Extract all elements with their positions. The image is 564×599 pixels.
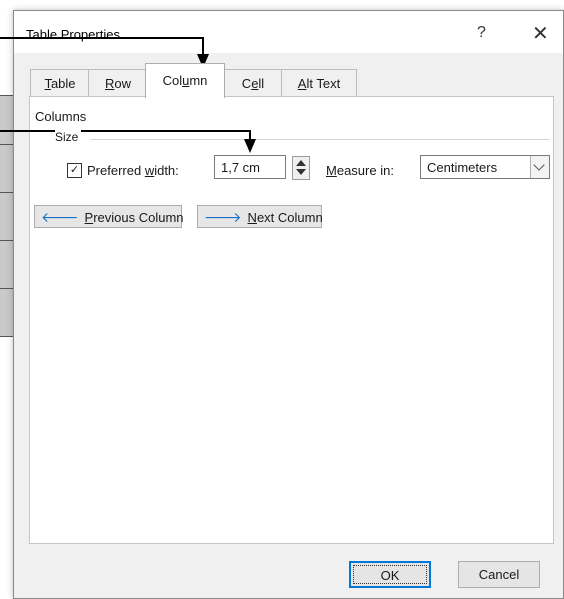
chevron-down-icon (533, 159, 545, 171)
focus-rectangle (353, 565, 427, 584)
columns-group-title: Columns (35, 109, 87, 124)
arrow-left-icon: 🡐 (41, 209, 79, 225)
help-button[interactable]: ? (477, 24, 486, 42)
width-spinner[interactable] (292, 156, 310, 180)
callout-arrow-width (244, 139, 256, 153)
callout-line-width (0, 130, 250, 132)
table-properties-dialog: Table Properties ? ✕ Table Row Column Ce… (13, 10, 564, 599)
ok-button[interactable]: OK (349, 561, 431, 588)
tab-row[interactable]: Row (88, 69, 148, 97)
title-bar: Table Properties ? ✕ (14, 11, 563, 53)
column-tab-panel: Columns Size ✓ Preferred width: 1,7 cm M… (29, 96, 554, 544)
cancel-button[interactable]: Cancel (458, 561, 540, 588)
arrow-right-icon: 🡒 (204, 209, 242, 225)
measure-in-select[interactable]: Centimeters (420, 155, 550, 179)
spin-up-icon[interactable] (296, 160, 306, 166)
dropdown-button[interactable] (530, 156, 549, 178)
spin-down-icon[interactable] (296, 169, 306, 175)
close-button[interactable]: ✕ (532, 21, 549, 46)
tab-cell[interactable]: Cell (223, 69, 283, 97)
measure-in-label: Measure in: (326, 163, 394, 178)
dialog-title: Table Properties (26, 27, 120, 42)
size-group-divider (90, 139, 550, 140)
preferred-width-label: Preferred width: (87, 163, 179, 178)
tab-alt-text[interactable]: Alt Text (281, 69, 357, 97)
preferred-width-input[interactable]: 1,7 cm (214, 155, 286, 179)
measure-in-value: Centimeters (427, 160, 498, 175)
size-group-label: Size (55, 130, 82, 144)
previous-column-button[interactable]: 🡐 Previous Column (34, 205, 184, 228)
next-column-button[interactable]: 🡒 Next Column (197, 205, 323, 228)
tab-table[interactable]: Table (30, 69, 90, 97)
tab-column[interactable]: Column (145, 63, 225, 98)
callout-line-tab (0, 37, 203, 39)
preferred-width-checkbox[interactable]: ✓ (67, 163, 82, 178)
